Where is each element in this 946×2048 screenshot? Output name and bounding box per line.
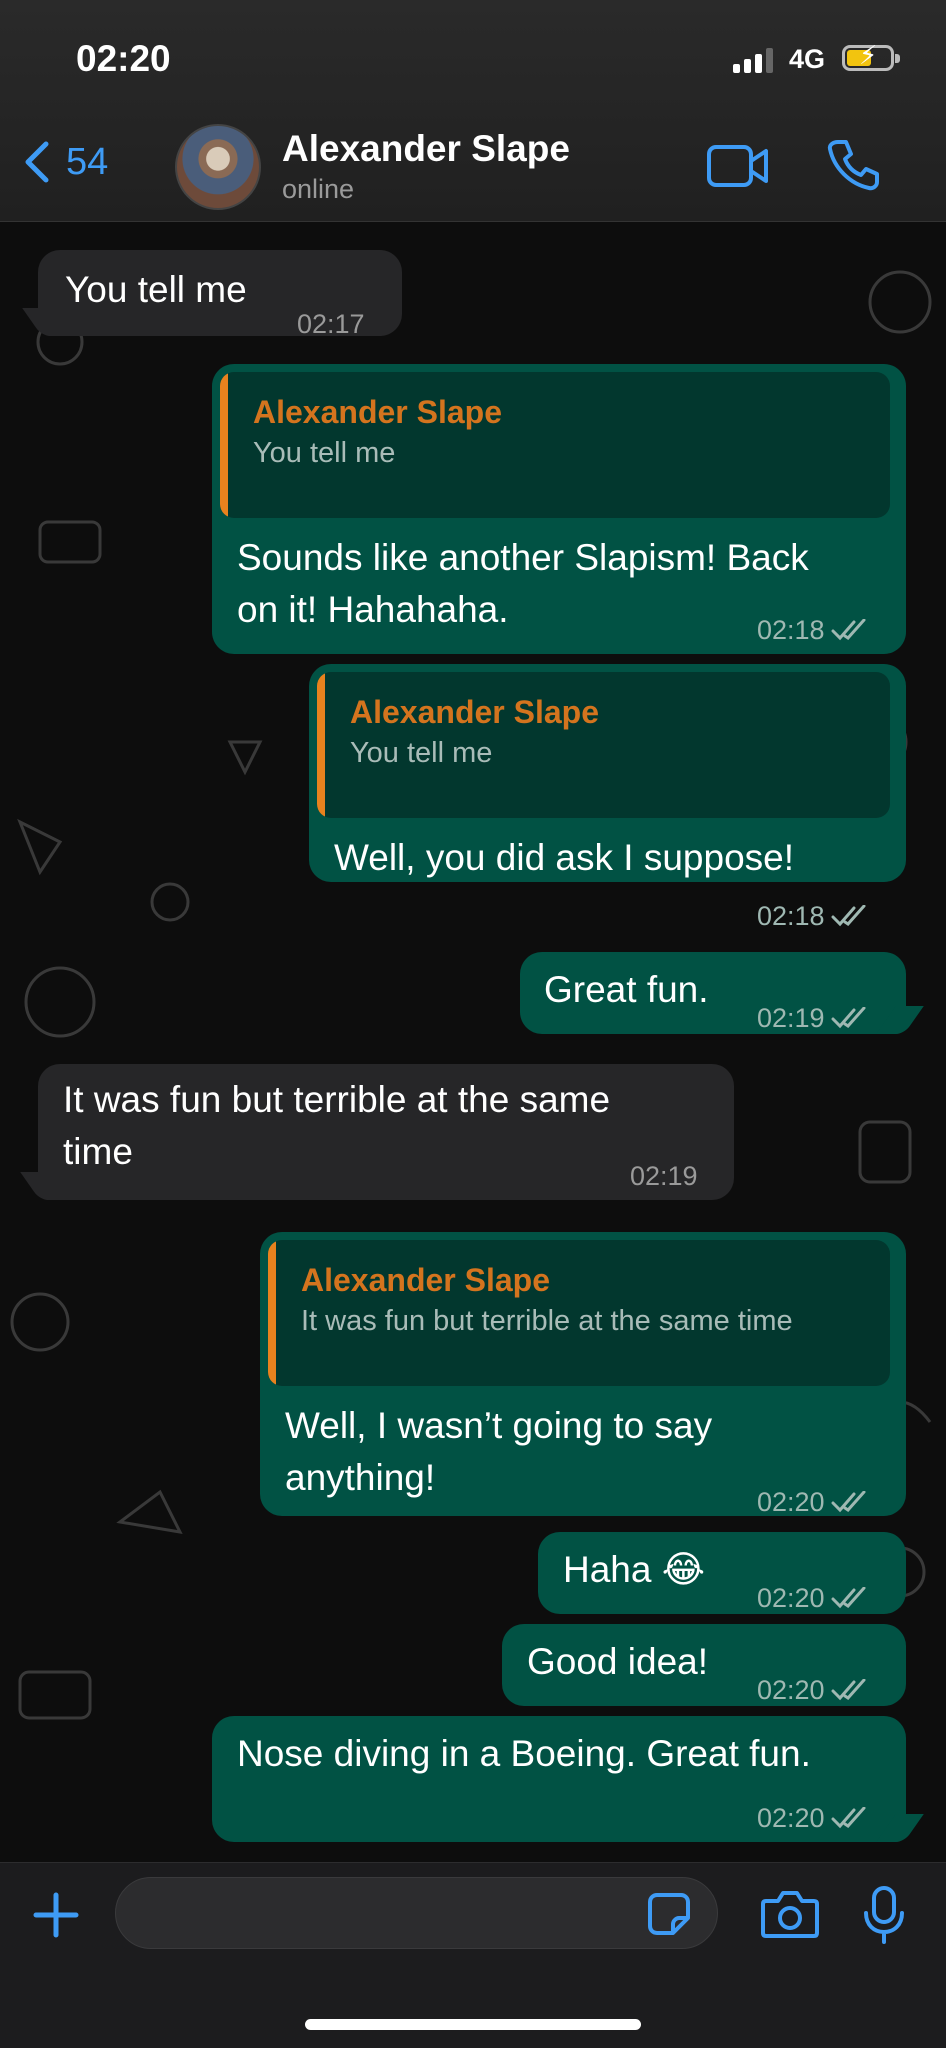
message-text-line: anything!: [285, 1457, 436, 1498]
voice-call-button[interactable]: [826, 138, 880, 197]
message-time: 02:17: [297, 309, 365, 339]
message-outgoing[interactable]: Haha 😂 02:20: [538, 1532, 906, 1614]
message-outgoing[interactable]: Alexander Slape You tell me Sounds like …: [212, 364, 906, 654]
message-meta: 02:20: [757, 1476, 869, 1528]
chat-area[interactable]: You tell me 02:17 Alexander Slape You te…: [0, 222, 946, 1862]
reply-quote[interactable]: Alexander Slape You tell me: [220, 372, 890, 518]
battery-icon: ⚡: [842, 42, 900, 71]
message-meta: 02:20: [757, 1572, 869, 1624]
message-text-line: It was fun but terrible at the same: [63, 1079, 611, 1120]
sticker-button[interactable]: [647, 1892, 691, 1941]
message-text: Haha 😂: [563, 1549, 705, 1590]
message-outgoing[interactable]: Alexander Slape It was fun but terrible …: [260, 1232, 906, 1517]
message-meta: 02:20: [757, 1792, 869, 1844]
video-call-button[interactable]: [706, 143, 770, 194]
double-check-icon: [831, 1491, 866, 1513]
message-text-line: Well, I wasn’t going to say: [285, 1405, 713, 1446]
message-time: 02:18: [757, 615, 825, 645]
double-check-icon: [831, 1007, 866, 1029]
message-text-line: on it! Hahahaha.: [237, 589, 509, 630]
quote-sender: Alexander Slape: [253, 394, 502, 430]
contact-name[interactable]: Alexander Slape: [282, 128, 570, 170]
attach-button[interactable]: [32, 1891, 80, 1944]
quote-sender: Alexander Slape: [301, 1262, 550, 1298]
message-text: Well, you did ask I suppose!: [334, 837, 795, 878]
sticker-icon: [648, 1893, 690, 1935]
chat-header: 02:20 4G ⚡ 54 Alexander Slape online: [0, 0, 946, 222]
home-indicator: [305, 2019, 641, 2030]
message-outgoing[interactable]: Nose diving in a Boeing. Great fun. 02:2…: [212, 1716, 924, 1844]
message-text: Nose diving in a Boeing. Great fun.: [237, 1733, 811, 1774]
contact-status: online: [282, 174, 355, 204]
message-time: 02:20: [757, 1487, 825, 1517]
message-meta: 02:18: [757, 604, 869, 656]
avatar[interactable]: [175, 124, 261, 210]
double-check-icon: [831, 1679, 866, 1701]
message-text-line: Sounds like another Slapism! Back: [237, 537, 809, 578]
reply-quote[interactable]: Alexander Slape You tell me: [317, 672, 890, 818]
status-time: 02:20: [76, 38, 171, 79]
message-outgoing[interactable]: Alexander Slape You tell me Well, you di…: [309, 664, 906, 931]
plus-icon: [33, 1892, 79, 1938]
message-incoming[interactable]: It was fun but terrible at the same time…: [20, 1064, 734, 1200]
back-button[interactable]: 54: [20, 140, 108, 184]
message-text: Good idea!: [527, 1641, 709, 1682]
unread-count: 54: [66, 140, 109, 183]
video-call-icon: [707, 145, 768, 187]
microphone-icon: [864, 1886, 904, 1944]
message-meta: 02:19: [757, 992, 869, 1044]
message-text: You tell me: [65, 269, 247, 310]
quote-text: You tell me: [253, 437, 396, 469]
reply-quote[interactable]: Alexander Slape It was fun but terrible …: [268, 1240, 890, 1386]
message-time: 02:19: [757, 1003, 825, 1033]
composer-bar: [0, 1862, 946, 2048]
message-text-line: time: [63, 1131, 133, 1172]
double-check-icon: [831, 1587, 866, 1609]
camera-button[interactable]: [760, 1889, 820, 1944]
message-time: 02:20: [757, 1803, 825, 1833]
phone-icon: [827, 140, 879, 191]
message-input[interactable]: [115, 1877, 718, 1949]
message-outgoing[interactable]: Good idea! 02:20: [502, 1624, 906, 1706]
message-meta: 02:18: [757, 890, 869, 942]
message-meta: 02:20: [757, 1664, 869, 1716]
quote-sender: Alexander Slape: [350, 694, 599, 730]
camera-icon: [761, 1891, 819, 1938]
voice-record-button[interactable]: [862, 1885, 906, 1950]
quote-text: It was fun but terrible at the same time: [301, 1305, 793, 1337]
double-check-icon: [831, 1807, 866, 1829]
message-time: 02:20: [757, 1583, 825, 1613]
message-outgoing[interactable]: Great fun. 02:19: [520, 952, 924, 1034]
network-type: 4G: [789, 44, 826, 74]
message-incoming[interactable]: You tell me 02:17: [22, 250, 402, 339]
message-time: 02:19: [630, 1161, 698, 1191]
signal-icon: [733, 47, 773, 73]
message-text: Great fun.: [544, 969, 709, 1010]
chevron-left-icon: [25, 141, 49, 183]
message-time: 02:18: [757, 901, 825, 931]
double-check-icon: [831, 619, 866, 641]
double-check-icon: [831, 905, 866, 927]
quote-text: You tell me: [350, 737, 493, 769]
message-time: 02:20: [757, 1675, 825, 1705]
